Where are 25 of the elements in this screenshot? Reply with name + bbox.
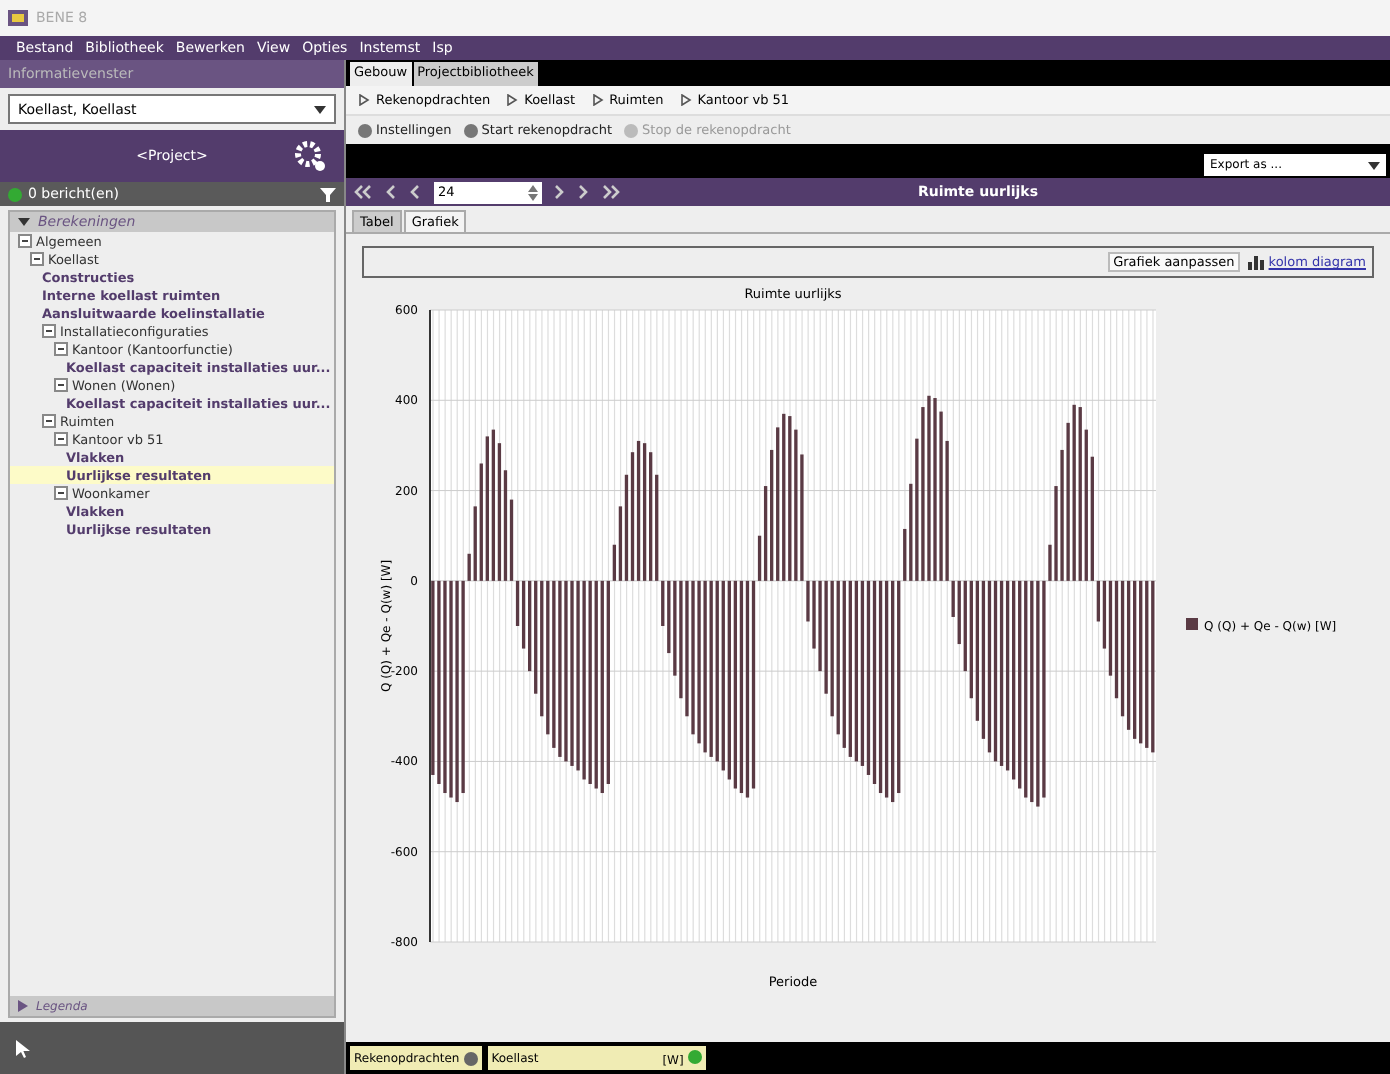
gear-icon[interactable] [292,138,328,174]
collapse-icon[interactable] [42,414,56,428]
collapse-icon[interactable] [30,252,44,266]
bar-chart-icon [1248,255,1265,269]
first-button[interactable] [354,184,374,200]
expand-arrow-icon [18,1000,28,1012]
play-icon [506,94,519,106]
check-icon [8,187,22,201]
filter-icon[interactable] [320,187,336,201]
collapse-icon[interactable] [54,342,68,356]
app-icon [8,10,28,26]
last-button[interactable] [602,184,622,200]
collapse-icon[interactable] [54,432,68,446]
collapse-icon[interactable] [54,486,68,500]
play-icon [679,94,692,106]
caret-icon [18,218,30,226]
play-icon [358,94,370,106]
collapse-icon[interactable] [54,378,68,392]
caret-icon [1368,161,1380,169]
cursor-icon [16,1039,30,1057]
play-icon [591,94,604,106]
collapse-icon[interactable] [42,324,56,338]
caret-icon [314,105,326,113]
spinner-arrows-icon[interactable] [528,183,538,201]
collapse-icon[interactable] [18,234,32,248]
